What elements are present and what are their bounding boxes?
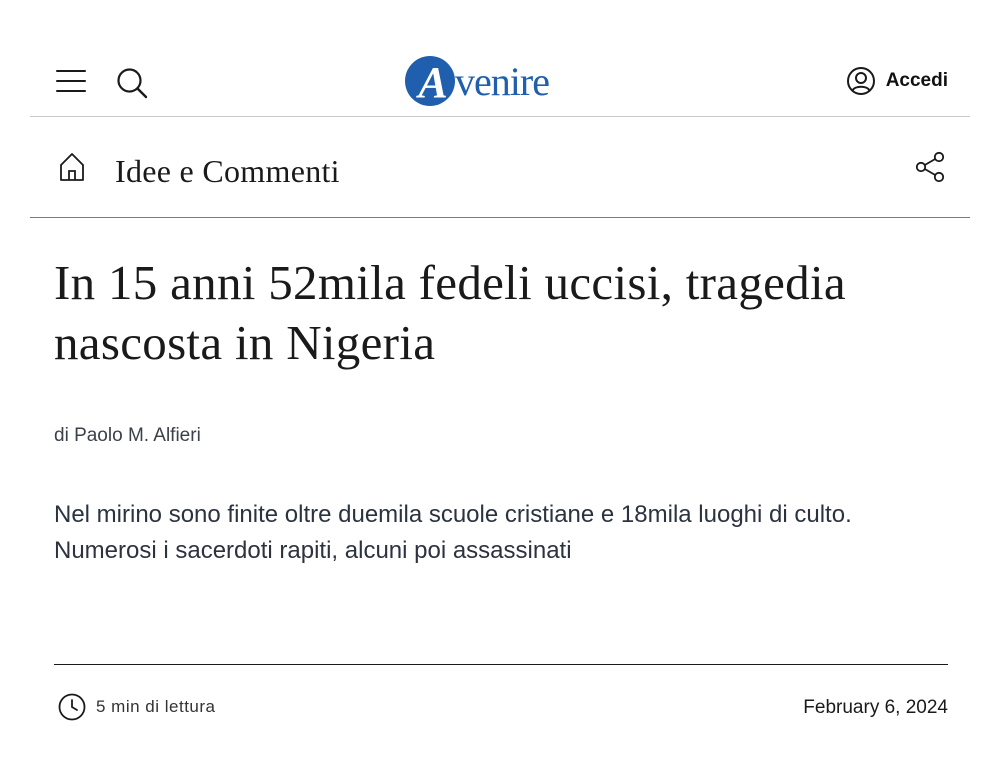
article-summary: Nel mirino sono finite oltre duemila scu…	[54, 501, 852, 564]
article-byline: di Paolo M. Alfieri	[54, 425, 201, 446]
logo-initial: A	[418, 58, 448, 107]
top-navigation-bar: A venire Accedi	[30, 30, 970, 117]
menu-icon[interactable]	[56, 70, 86, 94]
article-headline: In 15 anni 52mila fedeli uccisi, tragedi…	[54, 255, 846, 370]
login-button[interactable]: Accedi	[846, 66, 948, 96]
read-time-label: 5 min di lettura	[96, 697, 216, 716]
logo-mark: A	[405, 56, 461, 107]
share-icon[interactable]	[914, 151, 946, 183]
section-title[interactable]: Idee e Commenti	[115, 153, 340, 190]
home-icon[interactable]	[58, 151, 86, 183]
divider	[54, 664, 948, 665]
publish-date: February 6, 2024	[803, 697, 948, 718]
clock-icon	[58, 693, 86, 721]
avvenire-logo[interactable]: A venire	[405, 50, 581, 107]
search-icon[interactable]	[116, 67, 148, 99]
section-bar: Idee e Commenti	[30, 117, 970, 218]
logo-wordmark: venire	[455, 59, 550, 104]
read-time: 5 min di lettura	[58, 693, 216, 721]
user-icon	[846, 67, 875, 95]
login-label: Accedi	[885, 70, 948, 91]
